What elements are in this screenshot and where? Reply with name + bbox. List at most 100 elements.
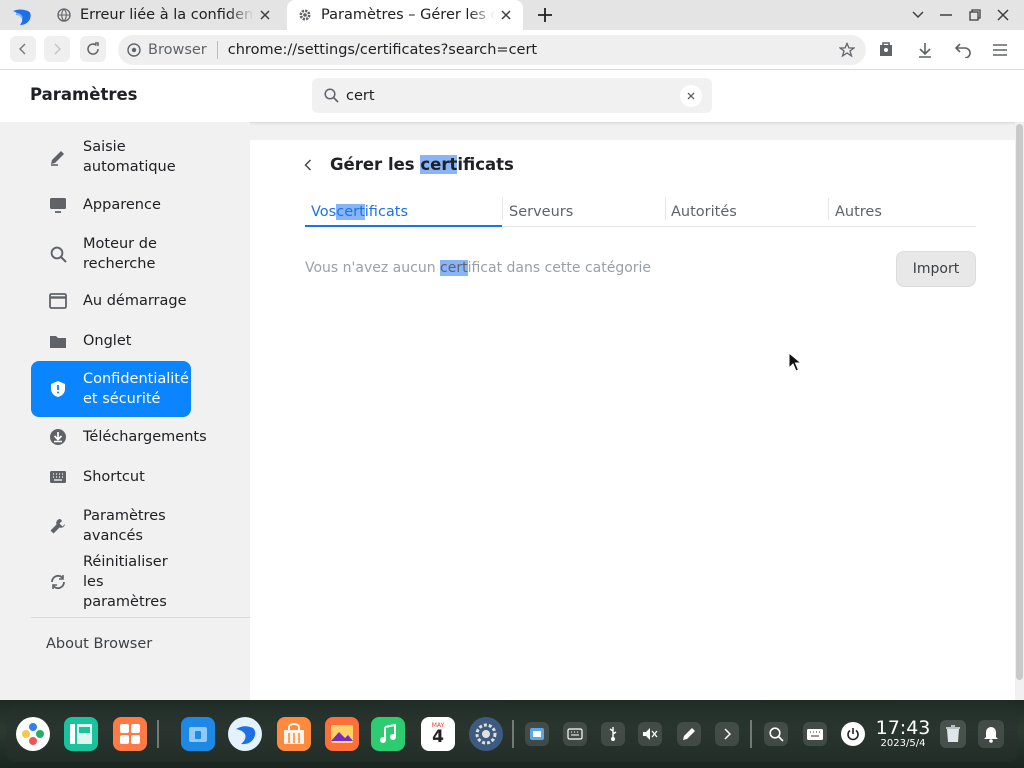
sidebar-item-advanced-settings[interactable]: Paramètres avancés [31,505,191,547]
reload-button[interactable] [80,36,106,62]
sidebar-item-shortcut[interactable]: Shortcut [31,467,191,487]
sidebar-item-label: Apparence [83,197,161,213]
close-tab-icon[interactable] [254,4,276,26]
tab-title: Paramètres – Gérer les certificats [321,7,495,23]
sidebar-item-label: Shortcut [83,469,145,485]
forward-button[interactable] [44,36,70,62]
file-manager-icon[interactable] [181,717,215,751]
wrench-icon [48,516,68,536]
keyboard-layout-icon[interactable] [563,722,587,746]
usb-icon[interactable] [601,722,625,746]
tab-divider [828,198,829,220]
browser-icon[interactable] [228,717,262,751]
globe-icon [56,7,72,23]
sidebar-item-label: Au démarrage [83,293,187,309]
sidebar-item-on-startup[interactable]: Au démarrage [31,291,191,311]
sidebar-divider [31,617,250,618]
pencil-icon [48,147,68,167]
sidebar-item-downloads[interactable]: Téléchargements [31,427,207,447]
trash-icon[interactable] [940,720,966,748]
tab-privacy-error[interactable]: Erreur liée à la confidentialité [46,0,282,30]
undo-icon[interactable] [952,39,974,61]
message-text: Vous n'avez aucun [305,260,441,276]
site-info-icon[interactable] [126,42,142,58]
notification-bell-icon[interactable] [978,720,1004,748]
taskbar: MAY 4 17:43 2023/5/4 [0,700,1024,768]
pen-icon[interactable] [677,722,701,746]
music-icon[interactable] [371,717,405,751]
close-window-icon[interactable] [992,5,1014,25]
sidebar-item-reset-settings[interactable]: Réinitialiser les paramètres [31,554,191,610]
volume-muted-icon[interactable] [638,722,662,746]
sidebar-item-autofill[interactable]: Saisie automatique [31,136,191,178]
sidebar-item-appearance[interactable]: Apparence [31,195,191,215]
search-icon[interactable] [764,722,788,746]
extensions-icon[interactable] [875,39,897,61]
minimize-icon[interactable] [935,5,957,25]
tab-label: Serveurs [509,204,574,220]
certificates-panel: Gérer les cert ificats Vos cert ificats Se… [250,140,1015,700]
address-bar[interactable]: Browser chrome://settings/certificates?s… [118,35,866,65]
clear-search-icon[interactable] [680,84,702,107]
sidebar-item-search-engine[interactable]: Moteur de recherche [31,233,191,275]
sidebar-item-label: Moteur de recherche [83,236,157,272]
sidebar-item-label: Réinitialiser les paramètres [83,554,168,610]
page-title: Paramètres [30,85,138,104]
settings-search[interactable] [312,78,712,113]
search-input[interactable] [346,80,680,111]
import-button[interactable]: Import [896,251,976,287]
menu-icon[interactable] [989,39,1011,61]
sidebar-item-label: Saisie automatique [83,139,176,175]
keyboard-icon[interactable] [803,722,827,746]
tab-settings-certificates[interactable]: Paramètres – Gérer les certificats [287,0,523,30]
arrow-left-icon [19,43,26,55]
search-highlight: cert [336,204,365,220]
sidebar-item-tabs[interactable]: Onglet [31,331,191,351]
back-button[interactable] [10,36,36,62]
new-tab-icon[interactable] [535,5,555,25]
site-name: Browser [148,42,207,58]
app-store-icon[interactable] [113,717,147,751]
tab-servers[interactable]: Serveurs [509,198,573,226]
tab-strip: Erreur liée à la confidentialité Paramèt… [0,0,1024,30]
address-divider [216,41,218,59]
tab-list-chevron-icon[interactable] [907,5,929,25]
sidebar-item-privacy-security[interactable]: Confidentialité et sécurité [31,361,191,417]
folder-icon [48,331,68,351]
back-arrow-icon[interactable] [298,155,318,175]
scrollbar-thumb[interactable] [1016,124,1023,680]
shop-icon[interactable] [277,717,311,751]
calendar-icon[interactable]: MAY 4 [421,717,455,751]
control-center-icon[interactable] [469,717,503,751]
browser-logo-icon[interactable] [10,5,36,27]
gear-icon [297,7,313,23]
dock-divider [512,720,514,748]
download-icon[interactable] [914,39,936,61]
restore-icon[interactable] [964,5,986,25]
tab-title: Erreur liée à la confidentialité [80,7,254,23]
expand-tray-icon[interactable] [715,722,739,746]
screenshot-icon[interactable] [525,722,549,746]
tab-authorities[interactable]: Autorités [671,198,737,226]
clock[interactable]: 17:43 2023/5/4 [875,718,931,750]
tab-divider [665,198,666,220]
title-text: ificats [457,155,514,174]
bookmark-star-icon[interactable] [836,39,858,61]
clock-date: 2023/5/4 [880,738,926,749]
about-browser-link[interactable]: About Browser [46,636,152,652]
sidebar-item-label: Paramètres avancés [83,508,166,544]
tab-your-certificates[interactable]: Vos cert ificats [305,198,502,227]
multitasking-icon[interactable] [64,717,98,751]
page-scrollbar[interactable] [1015,122,1024,700]
title-text: Gérer les [330,155,421,174]
url-text[interactable]: chrome://settings/certificates?search=ce… [228,42,836,58]
empty-state-message: Vous n'avez aucun certificat dans cette … [305,260,651,276]
power-icon[interactable] [841,722,865,746]
launcher-icon[interactable] [16,717,50,751]
browser-toolbar: Browser chrome://settings/certificates?s… [0,30,1024,70]
keyboard-icon [48,467,68,487]
tab-divider [502,198,503,220]
tab-others[interactable]: Autres [835,198,882,226]
image-viewer-icon[interactable] [325,717,359,751]
close-tab-icon[interactable] [495,4,517,26]
